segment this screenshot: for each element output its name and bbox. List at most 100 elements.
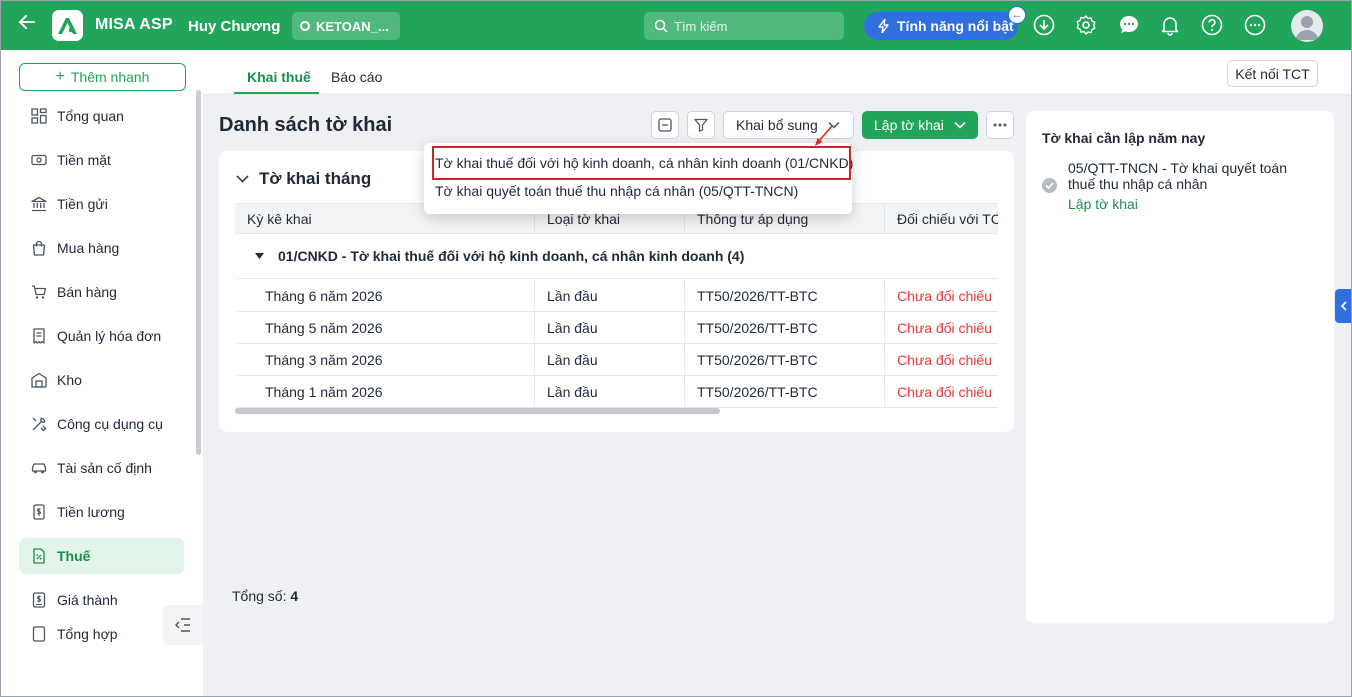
create-declaration-link[interactable]: Lập tờ khai [1068,196,1138,212]
sidebar-item-tai-san-co-dinh[interactable]: Tài sản cố định [19,450,184,486]
table-row[interactable]: Tháng 1 năm 2026 Lần đầu TT50/2026/TT-BT… [235,376,998,408]
quick-add-button[interactable]: + Thêm nhanh [19,63,186,91]
collapse-all-button[interactable] [651,111,679,139]
chat-icon[interactable] [1118,14,1140,36]
sidebar-item-label: Tài sản cố định [57,460,152,476]
right-panel-title: Tờ khai cần lập năm nay [1042,130,1206,146]
table-row[interactable]: Tháng 6 năm 2026 Lần đầu TT50/2026/TT-BT… [235,280,998,312]
filter-button[interactable] [687,111,715,139]
chevron-down-icon [954,121,966,129]
sidebar-item-tien-mat[interactable]: Tiền mặt [19,142,184,178]
cost-icon [32,592,46,608]
feature-button[interactable]: Tính năng nổi bật [864,12,1018,40]
tax-icon [33,548,45,564]
sidebar-item-label: Giá thành [57,592,118,608]
column-header-period[interactable]: Kỳ kê khai [247,211,312,227]
cell-type: Lần đầu [547,384,598,400]
sidebar-item-thue[interactable]: Thuế [19,538,184,574]
minus-square-icon [658,118,672,132]
pending-declaration-item: 05/QTT-TNCN - Tờ khai quyết toán thuế th… [1068,160,1287,192]
table-horizontal-scrollbar[interactable] [235,408,720,414]
group-row[interactable]: 01/CNKD - Tờ khai thuế đối với hộ kinh d… [235,234,998,279]
app-name: MISA ASP [95,16,173,33]
bell-icon[interactable] [1159,14,1181,36]
tab-khai-thue[interactable]: Khai thuế [247,69,311,85]
sidebar-item-quan-ly-hoa-don[interactable]: Quản lý hóa đơn [19,318,184,354]
check-circle-icon [1042,178,1057,193]
create-button-label: Lập tờ khai [874,117,944,133]
expand-panel-tab[interactable] [1335,289,1351,323]
warehouse-icon [31,372,47,388]
database-selector[interactable]: KETOAN_... [292,12,400,40]
tab-bar: Khai thuế Báo cáo [203,50,1352,95]
row-divider [684,344,685,376]
cell-type: Lần đầu [547,352,598,368]
sidebar-item-tien-luong[interactable]: Tiền lương [19,494,184,530]
section-title: Tờ khai tháng [259,169,372,188]
sidebar: + Thêm nhanh Tổng quan Tiền mặt Tiền gửi… [0,50,203,697]
sidebar-scrollbar[interactable] [196,90,201,455]
sidebar-item-label: Tổng hợp [57,626,118,642]
avatar[interactable] [1291,10,1323,42]
sidebar-item-kho[interactable]: Kho [19,362,184,398]
summary-icon [32,626,46,642]
column-header-reconcile[interactable]: Đối chiếu với TC [897,211,998,227]
sidebar-item-mua-hang[interactable]: Mua hàng [19,230,184,266]
row-divider [534,280,535,312]
cell-type: Lần đầu [547,320,598,336]
cell-circular: TT50/2026/TT-BTC [697,320,818,336]
download-icon[interactable] [1033,14,1055,36]
sidebar-item-gia-thanh[interactable]: Giá thành [19,582,184,618]
back-arrow-icon[interactable] [14,12,40,38]
more-apps-icon[interactable] [1244,14,1266,36]
menu-item-05-qtt-tncn[interactable]: Tờ khai quyết toán thuế thu nhập cá nhân… [435,183,798,199]
supplement-button[interactable]: Khai bổ sung [723,111,854,139]
sidebar-item-label: Kho [57,372,82,388]
quick-add-label: Thêm nhanh [70,69,150,85]
section-header[interactable]: Tờ khai tháng [236,169,371,189]
cell-circular: TT50/2026/TT-BTC [697,384,818,400]
cell-period: Tháng 5 năm 2026 [265,320,383,336]
database-name: KETOAN_... [316,18,389,34]
group-label: 01/CNKD - Tờ khai thuế đối với hộ kinh d… [278,248,745,264]
active-tab-indicator [234,92,319,94]
sidebar-item-tien-gui[interactable]: Tiền gửi [19,186,184,222]
sidebar-item-ban-hang[interactable]: Bán hàng [19,274,184,310]
company-name[interactable]: Huy Chương [188,18,280,35]
table-row[interactable]: Tháng 5 năm 2026 Lần đầu TT50/2026/TT-BT… [235,312,998,344]
cart-icon [32,285,47,299]
cell-period: Tháng 6 năm 2026 [265,288,383,304]
database-icon [300,21,310,31]
more-actions-button[interactable] [986,111,1014,139]
gear-icon[interactable] [1075,14,1097,36]
sidebar-item-cong-cu-dung-cu[interactable]: Công cụ dụng cụ [19,406,184,442]
row-divider [884,344,885,376]
group-count: (4) [727,248,745,264]
plus-icon: + [55,68,65,85]
row-divider [534,344,535,376]
car-icon [31,463,47,474]
sidebar-item-tong-quan[interactable]: Tổng quan [19,98,184,134]
connect-tct-button[interactable]: Kết nối TCT [1227,60,1318,87]
total-label: Tổng số: [232,588,287,604]
total-value: 4 [290,588,299,604]
cell-period: Tháng 3 năm 2026 [265,352,383,368]
search-box[interactable] [644,12,844,40]
collapse-sidebar-button[interactable] [163,605,203,645]
pointer-arrow-icon [815,125,833,146]
sidebar-item-tong-hop[interactable]: Tổng hợp [19,626,184,646]
search-input[interactable] [674,18,834,34]
bag-icon [32,240,46,256]
tab-bao-cao[interactable]: Báo cáo [331,69,382,85]
page-title: Danh sách tờ khai [219,114,393,136]
create-declaration-button[interactable]: Lập tờ khai [862,111,978,139]
row-divider [534,312,535,344]
sidebar-nav: Tổng quan Tiền mặt Tiền gửi Mua hàng Bán… [19,98,184,654]
app-logo[interactable] [52,10,83,41]
back-badge-icon[interactable]: ← [1008,6,1026,24]
cell-circular: TT50/2026/TT-BTC [697,288,818,304]
table-row[interactable]: Tháng 3 năm 2026 Lần đầu TT50/2026/TT-BT… [235,344,998,376]
help-icon[interactable] [1201,14,1223,36]
cash-icon [31,154,47,166]
row-divider [684,280,685,312]
